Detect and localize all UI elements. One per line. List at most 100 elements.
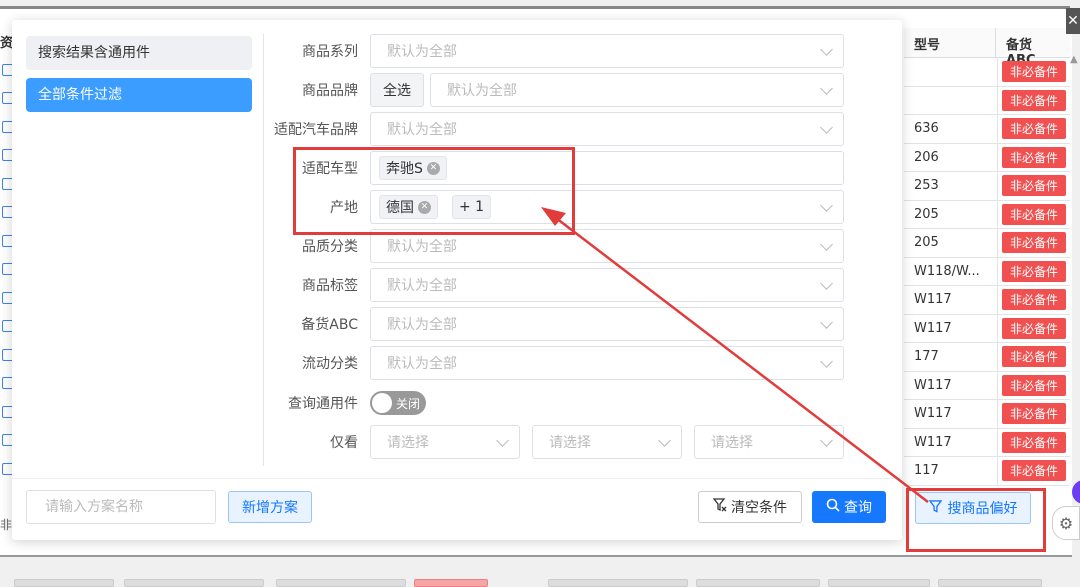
chip-label: 奔驰S bbox=[386, 161, 423, 177]
car-brand-select[interactable]: 默认为全部 bbox=[370, 112, 844, 146]
abc-cell: 非必备件 bbox=[998, 372, 1070, 400]
model-cell: 253 bbox=[904, 172, 998, 200]
status-badge: 非必备件 bbox=[1001, 431, 1066, 453]
filter-modal: 搜索结果含通用件 全部条件过滤 商品系列 默认为全部 商品品牌 全选 默认为全部… bbox=[12, 20, 902, 540]
chevron-down-icon bbox=[820, 43, 833, 56]
stock-abc-select[interactable]: 默认为全部 bbox=[370, 307, 844, 341]
chevron-down-icon bbox=[820, 434, 833, 447]
toolbar-button[interactable] bbox=[938, 579, 1042, 587]
quality-select[interactable]: 默认为全部 bbox=[370, 229, 844, 263]
only-view-select-3[interactable]: 请选择 bbox=[694, 425, 844, 459]
status-badge: 非必备件 bbox=[1001, 374, 1066, 396]
chevron-down-icon bbox=[820, 238, 833, 251]
status-badge: 非必备件 bbox=[1001, 61, 1066, 82]
table-row[interactable]: 非必备件 bbox=[904, 86, 1070, 115]
select-placeholder: 默认为全部 bbox=[387, 44, 457, 60]
status-badge: 非必备件 bbox=[1001, 89, 1066, 111]
origin-select[interactable]: 德国 ✕ + 1 bbox=[370, 190, 844, 224]
toolbar-button[interactable] bbox=[414, 579, 488, 587]
table-row[interactable]: 非必备件 bbox=[904, 58, 1070, 87]
model-cell: W117 bbox=[904, 400, 998, 428]
scheme-name-input[interactable]: 请输入方案名称 bbox=[26, 490, 216, 524]
toolbar-button[interactable] bbox=[828, 579, 930, 587]
gear-icon[interactable]: ⚙ bbox=[1052, 506, 1080, 540]
table-row[interactable]: W117 非必备件 bbox=[904, 400, 1070, 429]
chevron-down-icon bbox=[658, 434, 671, 447]
add-scheme-button[interactable]: 新增方案 bbox=[228, 491, 312, 523]
abc-cell: 非必备件 bbox=[998, 115, 1070, 143]
more-chip[interactable]: + 1 bbox=[452, 195, 492, 219]
field-label: 适配汽车品牌 bbox=[274, 122, 358, 138]
brand-select[interactable]: 默认为全部 bbox=[430, 73, 844, 107]
toolbar-button[interactable] bbox=[14, 579, 114, 587]
search-icon bbox=[826, 498, 840, 516]
table-row[interactable]: 206 非必备件 bbox=[904, 143, 1070, 172]
car-model-select[interactable]: 奔驰S ✕ bbox=[370, 151, 844, 185]
table-row[interactable]: 205 非必备件 bbox=[904, 200, 1070, 229]
toolbar-button[interactable] bbox=[124, 579, 264, 587]
status-badge: 非必备件 bbox=[1001, 175, 1066, 196]
status-badge: 非必备件 bbox=[1001, 146, 1066, 168]
column-header-model[interactable]: 型号 bbox=[904, 28, 996, 57]
universal-toggle[interactable]: 关闭 bbox=[370, 391, 426, 415]
table-row[interactable]: 636 非必备件 bbox=[904, 115, 1070, 144]
select-placeholder: 默认为全部 bbox=[387, 278, 457, 294]
table-row[interactable]: W118/W... 非必备件 bbox=[904, 257, 1070, 286]
field-only-view: 仅看 请选择 请选择 请选择 bbox=[264, 425, 864, 459]
clear-conditions-button[interactable]: 清空条件 bbox=[698, 491, 802, 523]
selected-chip: 德国 ✕ bbox=[379, 195, 438, 219]
footer-divider bbox=[12, 478, 902, 479]
table-row[interactable]: W117 非必备件 bbox=[904, 314, 1070, 343]
field-label: 商品系列 bbox=[302, 44, 358, 60]
status-badge: 非必备件 bbox=[1001, 260, 1066, 282]
select-placeholder: 请选择 bbox=[387, 435, 429, 451]
abc-cell: 非必备件 bbox=[998, 315, 1070, 343]
query-button[interactable]: 查询 bbox=[812, 491, 886, 523]
field-brand: 商品品牌 全选 默认为全部 bbox=[264, 73, 864, 107]
filter-mode-menu: 搜索结果含通用件 全部条件过滤 bbox=[26, 36, 252, 120]
toolbar-select[interactable] bbox=[548, 579, 688, 587]
toolbar-button[interactable] bbox=[276, 579, 406, 587]
close-icon[interactable]: ✕ bbox=[1066, 8, 1080, 34]
search-preference-button[interactable]: 搜商品偏好 bbox=[915, 492, 1031, 524]
field-label: 仅看 bbox=[330, 435, 358, 451]
table-row[interactable]: W117 非必备件 bbox=[904, 371, 1070, 400]
select-placeholder: 默认为全部 bbox=[387, 356, 457, 372]
status-badge: 非必备件 bbox=[1001, 203, 1066, 225]
table-row[interactable]: W117 非必备件 bbox=[904, 286, 1070, 315]
clear-filter-icon bbox=[712, 498, 727, 516]
field-series: 商品系列 默认为全部 bbox=[264, 34, 864, 68]
select-placeholder: 默认为全部 bbox=[387, 122, 457, 138]
table-row[interactable]: 117 非必备件 bbox=[904, 457, 1070, 486]
background-table: 型号 备货ABC 非必备件非必备件636非必备件206非必备件253非必备件20… bbox=[904, 28, 1070, 486]
query-label: 查询 bbox=[844, 500, 872, 516]
field-quality: 品质分类 默认为全部 bbox=[264, 229, 864, 263]
menu-item-include-universal[interactable]: 搜索结果含通用件 bbox=[26, 36, 252, 70]
chip-remove-icon[interactable]: ✕ bbox=[418, 200, 431, 214]
only-view-select-2[interactable]: 请选择 bbox=[532, 425, 682, 459]
select-all-button[interactable]: 全选 bbox=[370, 73, 424, 107]
abc-cell: 非必备件 bbox=[998, 201, 1070, 229]
toolbar-button[interactable] bbox=[696, 579, 820, 587]
model-cell: 117 bbox=[904, 457, 998, 485]
table-row[interactable]: 253 非必备件 bbox=[904, 172, 1070, 201]
table-row[interactable]: 177 非必备件 bbox=[904, 343, 1070, 372]
abc-cell: 非必备件 bbox=[998, 229, 1070, 257]
only-view-select-1[interactable]: 请选择 bbox=[370, 425, 520, 459]
select-placeholder: 默认为全部 bbox=[387, 239, 457, 255]
flow-select[interactable]: 默认为全部 bbox=[370, 346, 844, 380]
model-cell: 206 bbox=[904, 143, 998, 171]
series-select[interactable]: 默认为全部 bbox=[370, 34, 844, 68]
menu-item-all-conditions[interactable]: 全部条件过滤 bbox=[26, 78, 252, 112]
table-row[interactable]: W117 非必备件 bbox=[904, 428, 1070, 457]
table-row[interactable]: 205 非必备件 bbox=[904, 229, 1070, 258]
column-header-abc[interactable]: 备货ABC bbox=[996, 28, 1070, 68]
chip-remove-icon[interactable]: ✕ bbox=[426, 161, 440, 175]
scrollbar[interactable]: ▲ bbox=[1070, 54, 1080, 84]
model-cell: W117 bbox=[904, 314, 998, 342]
chevron-down-icon bbox=[820, 277, 833, 290]
field-label: 商品标签 bbox=[302, 278, 358, 294]
tag-select[interactable]: 默认为全部 bbox=[370, 268, 844, 302]
field-universal: 查询通用件 关闭 bbox=[264, 386, 864, 420]
status-badge: 非必备件 bbox=[1001, 460, 1066, 481]
